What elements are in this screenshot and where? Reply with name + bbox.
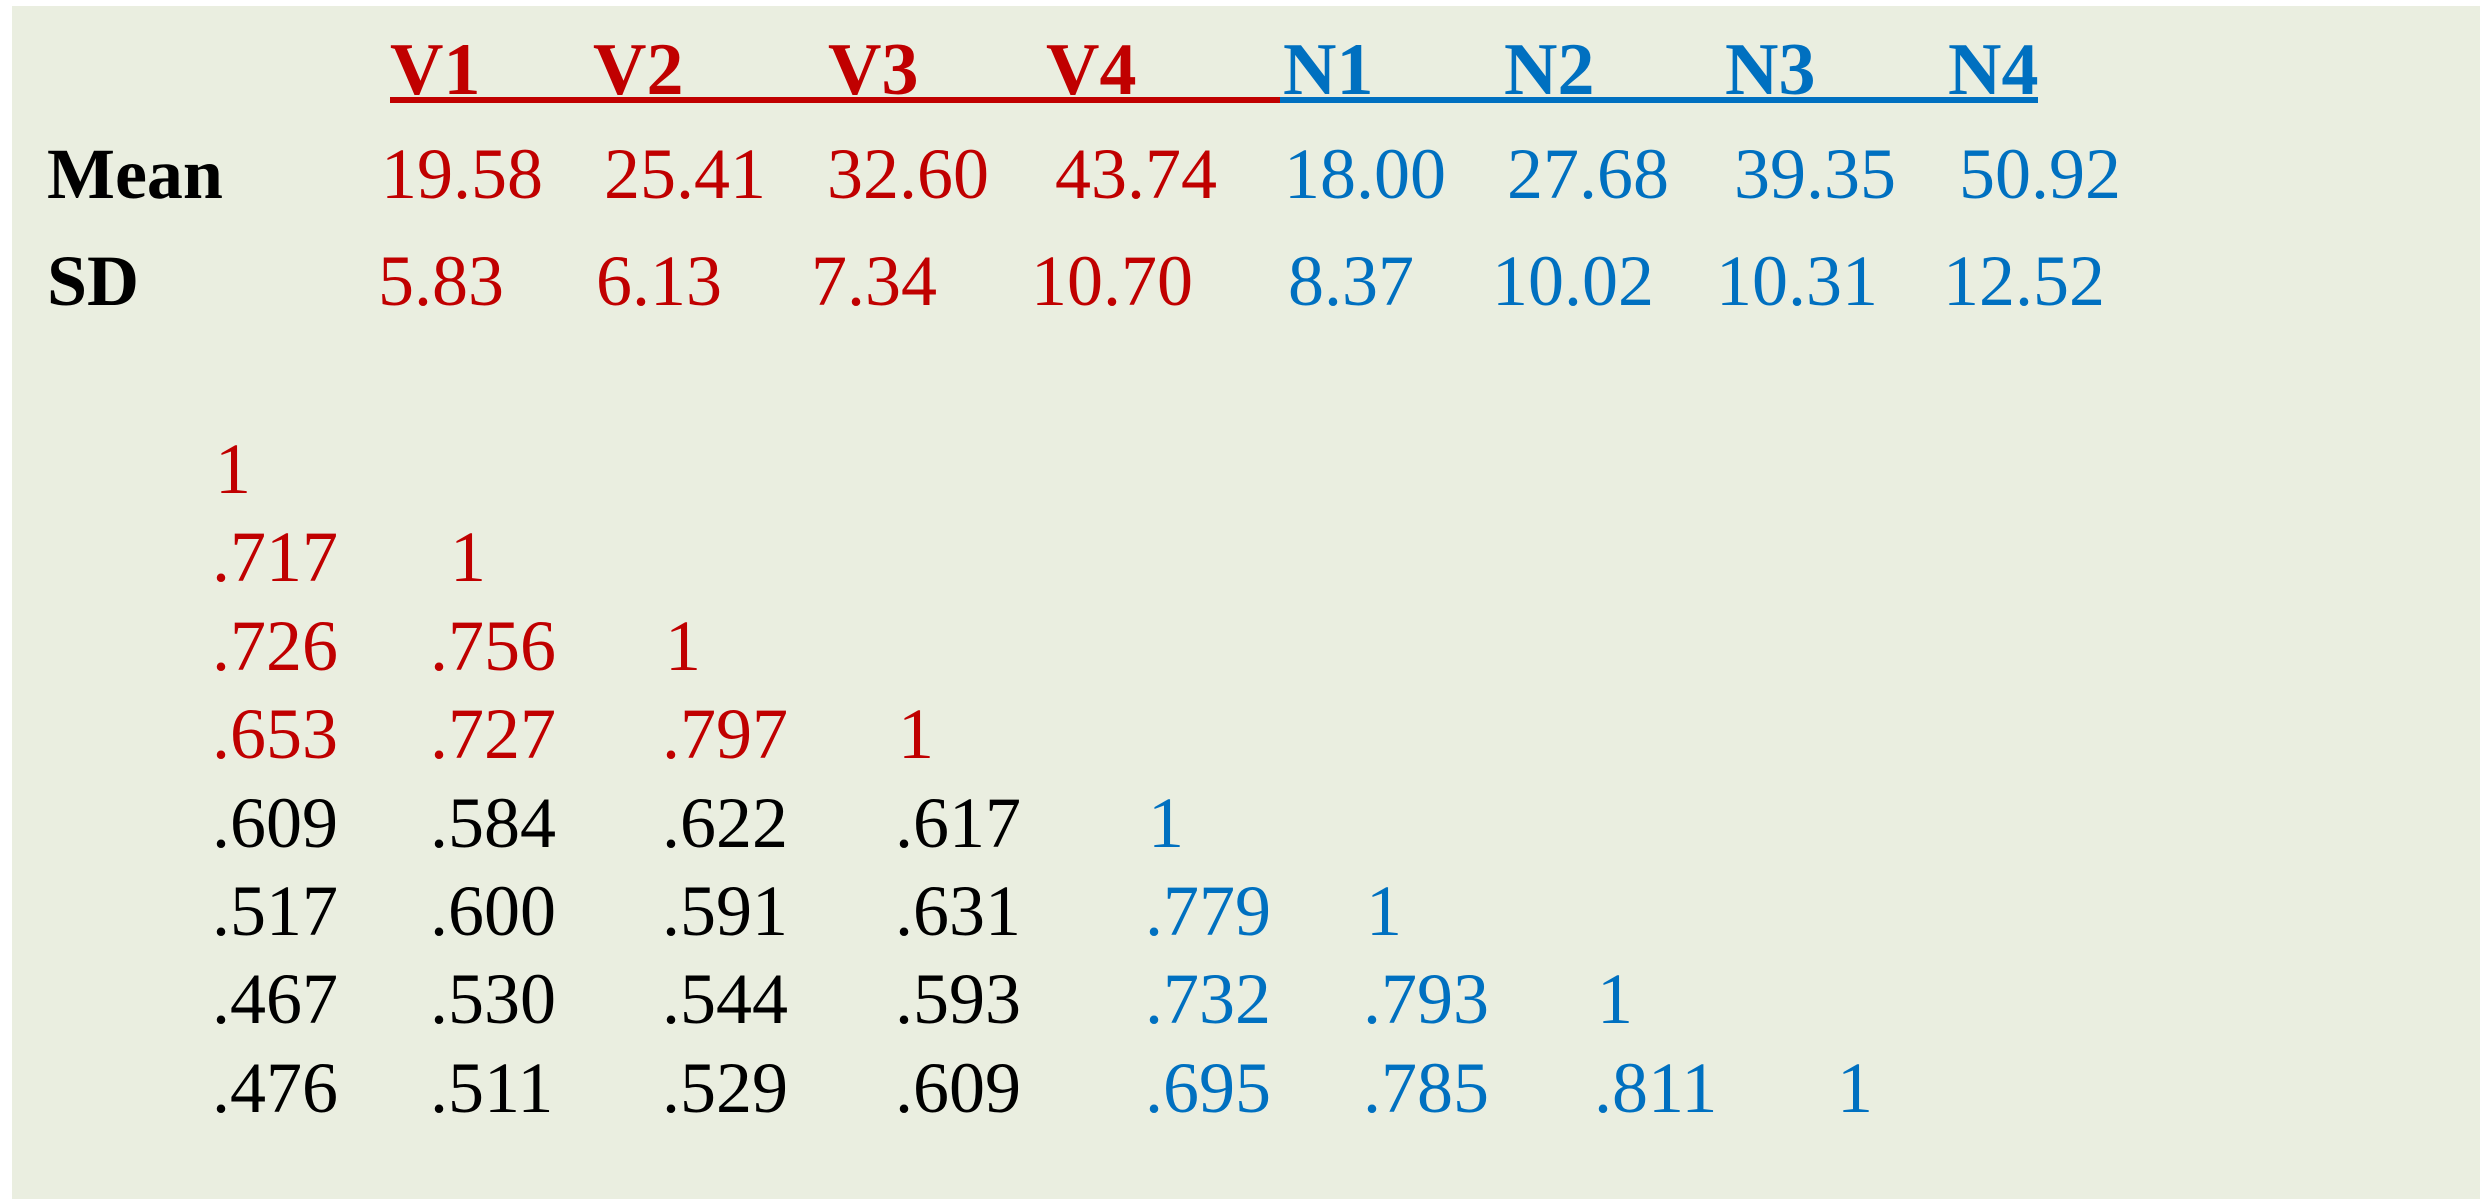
sd-v1: 5.83 (378, 241, 504, 321)
header-n3: N3 (1725, 29, 1816, 111)
corr-cell-r8-c7: .811 (1594, 1048, 1718, 1128)
corr-cell-r8-c3: .529 (662, 1048, 788, 1128)
corr-cell-r4-c2: .727 (430, 694, 556, 774)
mean-label: Mean (47, 134, 223, 214)
mean-n4: 50.92 (1959, 134, 2121, 214)
corr-cell-r7-c1: .467 (212, 959, 338, 1039)
header-n4: N4 (1948, 29, 2039, 111)
corr-cell-r7-c7: 1 (1597, 959, 1633, 1039)
mean-n2: 27.68 (1507, 134, 1669, 214)
sd-v4: 10.70 (1031, 241, 1193, 321)
sd-n1: 8.37 (1288, 241, 1414, 321)
corr-cell-r3-c3: 1 (665, 606, 701, 686)
corr-cell-r6-c3: .591 (662, 871, 788, 951)
mean-v2: 25.41 (604, 134, 766, 214)
corr-cell-r6-c4: .631 (895, 871, 1021, 951)
corr-cell-r5-c2: .584 (430, 783, 556, 863)
header-v2: V2 (593, 29, 684, 111)
corr-cell-r8-c6: .785 (1363, 1048, 1489, 1128)
sd-n3: 10.31 (1716, 241, 1878, 321)
corr-cell-r8-c1: .476 (212, 1048, 338, 1128)
sd-v3: 7.34 (811, 241, 937, 321)
corr-cell-r3-c2: .756 (430, 606, 556, 686)
corr-cell-r7-c2: .530 (430, 959, 556, 1039)
corr-cell-r7-c5: .732 (1145, 959, 1271, 1039)
corr-cell-r8-c8: 1 (1837, 1048, 1873, 1128)
v-group-underline (390, 97, 1280, 103)
mean-v3: 32.60 (827, 134, 989, 214)
sd-n2: 10.02 (1492, 241, 1654, 321)
header-v3: V3 (828, 29, 919, 111)
sd-n4: 12.52 (1943, 241, 2105, 321)
header-v4: V4 (1046, 29, 1137, 111)
mean-v1: 19.58 (381, 134, 543, 214)
corr-cell-r7-c3: .544 (662, 959, 788, 1039)
n-group-underline (1280, 97, 2038, 103)
corr-cell-r4-c3: .797 (662, 694, 788, 774)
corr-cell-r1-c1: 1 (215, 429, 251, 509)
corr-cell-r2-c2: 1 (450, 517, 486, 597)
corr-cell-r2-c1: .717 (212, 517, 338, 597)
corr-cell-r5-c3: .622 (662, 783, 788, 863)
header-n2: N2 (1504, 29, 1595, 111)
mean-n1: 18.00 (1284, 134, 1446, 214)
corr-cell-r4-c4: 1 (898, 694, 934, 774)
corr-cell-r5-c4: .617 (895, 783, 1021, 863)
corr-cell-r6-c2: .600 (430, 871, 556, 951)
corr-cell-r5-c5: 1 (1148, 783, 1184, 863)
corr-cell-r8-c2: .511 (430, 1048, 554, 1128)
corr-cell-r8-c4: .609 (895, 1048, 1021, 1128)
mean-v4: 43.74 (1055, 134, 1217, 214)
corr-cell-r7-c6: .793 (1363, 959, 1489, 1039)
sd-label: SD (47, 241, 140, 321)
corr-cell-r6-c6: 1 (1366, 871, 1402, 951)
corr-cell-r6-c1: .517 (212, 871, 338, 951)
corr-cell-r5-c1: .609 (212, 783, 338, 863)
corr-cell-r8-c5: .695 (1145, 1048, 1271, 1128)
corr-cell-r6-c5: .779 (1145, 871, 1271, 951)
header-v1: V1 (390, 29, 481, 111)
sd-v2: 6.13 (596, 241, 722, 321)
mean-n3: 39.35 (1734, 134, 1896, 214)
corr-cell-r4-c1: .653 (212, 694, 338, 774)
corr-cell-r3-c1: .726 (212, 606, 338, 686)
corr-cell-r7-c4: .593 (895, 959, 1021, 1039)
header-n1: N1 (1283, 29, 1374, 111)
